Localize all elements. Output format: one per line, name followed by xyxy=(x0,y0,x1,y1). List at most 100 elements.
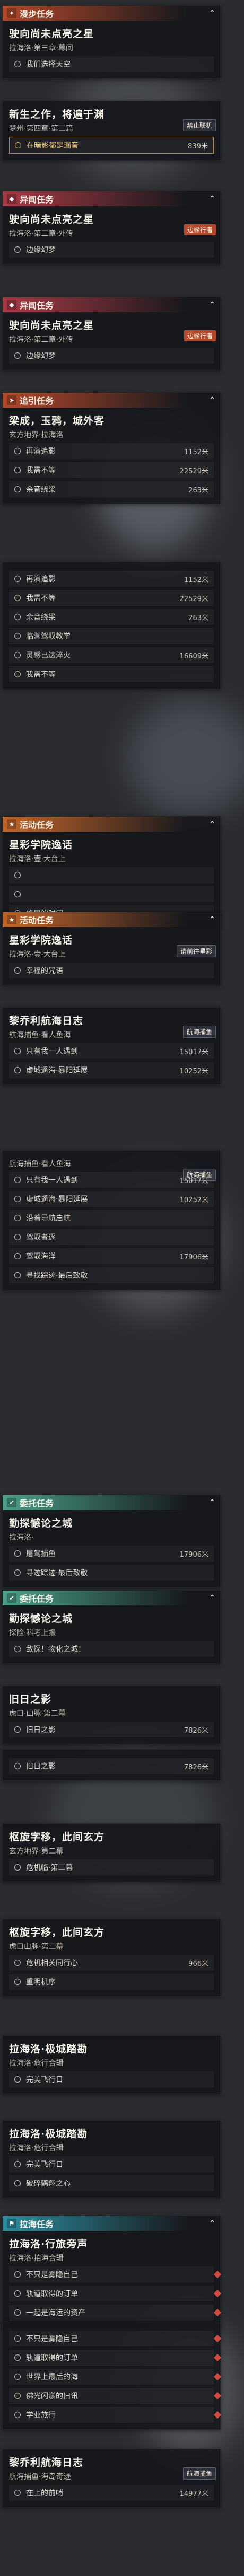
quest-title: 驶向尚未点亮之星 xyxy=(9,28,94,40)
collapse-chevron-icon[interactable]: ⌃ xyxy=(208,916,216,923)
quest-objective-row[interactable]: 只有我一人遇到 15017米 xyxy=(9,1043,214,1059)
collapse-chevron-icon[interactable]: ⌃ xyxy=(208,301,216,308)
quest-objective-row[interactable]: 在暗影都是漏音 839米 xyxy=(9,137,214,154)
quest-objective-row[interactable]: 世界上最后的海 xyxy=(9,2369,222,2385)
quest-card[interactable]: ➤ 追引任务 ⌃ 梁成，玉鸦，城外客 玄方地界·拉海洛 再演追影 1152米 我需不等 2252… xyxy=(2,392,221,504)
objective-text: 在暗影都是漏音 xyxy=(27,142,79,150)
quest-objective-row[interactable]: 灵感已达淬火 16609米 xyxy=(9,647,214,663)
quest-card[interactable]: 航海捕鱼 黎乔利航海日志 航海捕鱼·海岛奇迹 在上的前哨 14977米 xyxy=(2,2449,221,2508)
collapse-chevron-icon[interactable]: ⌃ xyxy=(208,2220,216,2227)
quest-card[interactable]: ✔ 委托任务 ⌃ 勤探憾论之城 探险·科考上报 敌探！物化之城！ xyxy=(2,1590,221,1664)
quest-objective-row[interactable]: 边缘幻梦 xyxy=(9,348,214,364)
quest-card[interactable]: 旧日之影 虎口·山脉·第二幕 旧日之影 7826米 xyxy=(2,1686,221,1744)
quest-objective-row[interactable]: 不只是雾隐自己 xyxy=(9,2266,222,2282)
quest-objective-row[interactable]: 再演追影 1152米 xyxy=(9,443,214,459)
quest-objective-row[interactable] xyxy=(9,886,214,902)
quest-objective-row[interactable]: 佛光闪漾的旧讯 xyxy=(9,2388,222,2404)
quest-objective-row[interactable]: 驾驭者逐 xyxy=(9,1229,214,1245)
collapse-chevron-icon[interactable]: ⌃ xyxy=(208,396,216,404)
quest-card[interactable]: 再演追影 1152米 我需不等 22529米 余音绕梁 263米 临渊驾驭教学 灵感已达淬火 1… xyxy=(2,562,221,689)
quest-objective-row[interactable]: 虚城遥海·暴阳延展 10252米 xyxy=(9,1062,214,1078)
quest-objective-row[interactable]: 临渊驾驭教学 xyxy=(9,628,214,644)
quest-title: 拉海洛·极城踏勘 xyxy=(9,2128,88,2140)
collapse-chevron-icon[interactable]: ⌃ xyxy=(208,1499,216,1506)
quest-objective-row[interactable]: 寻找踪迹·最后致敬 xyxy=(9,1267,214,1283)
collapse-chevron-icon[interactable]: ⌃ xyxy=(208,195,216,202)
quest-objective-row[interactable]: 寻迹踪迹·最后致敬 xyxy=(9,1565,214,1581)
quest-objective-row[interactable]: 破碎鹤翔之心 xyxy=(9,2175,214,2191)
quest-card[interactable]: ◆ 异闻任务 ⌃ 边缘行者 驶向尚未点亮之星 拉海洛·第三章·外传 边缘幻梦 xyxy=(2,297,221,370)
quest-objective-row[interactable]: 虚城遥海·暴阳延展 10252米 xyxy=(9,1191,214,1207)
objective-circle-icon xyxy=(14,671,21,677)
quest-objective-row[interactable]: 危机相关同行心 966米 xyxy=(9,1955,214,1971)
objective-text: 再演追影 xyxy=(26,575,56,584)
objective-circle-icon xyxy=(14,2374,21,2380)
objective-circle-icon xyxy=(14,1048,21,1054)
quest-objective-row[interactable]: 我们选择天空 xyxy=(9,56,214,72)
collapse-chevron-icon[interactable]: ⌃ xyxy=(208,10,216,17)
objective-distance: 10252米 xyxy=(179,1067,208,1075)
quest-card[interactable]: 航海捕鱼 黎乔利航海日志 航海捕鱼·看人鱼海 只有我一人遇到 15017米 虚城遥海·暴阳… xyxy=(2,1007,221,1085)
quest-objective-row[interactable]: 驾驭海洋 17906米 xyxy=(9,1248,214,1264)
quest-objective-row[interactable]: 完美飞行日 xyxy=(9,2071,214,2087)
quest-card[interactable]: 航海捕鱼 航海捕鱼·看人鱼海 只有我一人遇到 15017米 虚城遥海·暴阳延展 10252… xyxy=(2,1150,221,1290)
objective-text: 只有我一人遇到 xyxy=(26,1176,78,1185)
quest-objective-row[interactable]: 幸福的咒语 xyxy=(9,963,214,978)
quest-objective-row[interactable] xyxy=(9,867,214,883)
quest-card[interactable]: ✔ 委托任务 ⌃ 勤探憾论之城 拉海洛· 屠驾捕鱼 17906米 寻迹踪迹·最后致敬 xyxy=(2,1495,221,1587)
quest-card[interactable]: 枢旋字移，此间玄方 玄方地界·第二幕 危机临·第二幕 xyxy=(2,1823,221,1882)
quest-objective-row[interactable]: 危机临·第二幕 xyxy=(9,1859,214,1875)
collapse-chevron-icon[interactable]: ⌃ xyxy=(208,1594,216,1602)
quest-card[interactable]: 拉海洛·极城踏勘 拉海洛·危行合辑 完美飞行日 xyxy=(2,2035,221,2094)
quest-objective-row[interactable]: 轨道取得的订单 xyxy=(9,2286,222,2301)
quest-card[interactable]: ★ 活动任务 ⌃ 请前往星彩 星彩学院逸话 拉海洛·壹·大台上 幸福的咒语 xyxy=(2,912,221,985)
quest-card[interactable]: 拉海洛·极城踏勘拉海洛·危行合辑完美飞行日破碎鹤翔之心 xyxy=(2,2120,221,2198)
quest-objective-row[interactable]: 学业旅行 xyxy=(9,2407,222,2423)
objective-text: 在上的前哨 xyxy=(26,2489,63,2498)
quest-objective-row[interactable]: 沿着导航启航 xyxy=(9,1210,214,1226)
quest-objective-row[interactable]: 重明机序 xyxy=(9,1974,214,1990)
objective-circle-icon xyxy=(14,2490,21,2496)
quest-category-label: 活动任务 xyxy=(20,820,54,830)
objective-circle-icon xyxy=(14,2290,21,2297)
quest-objective-row[interactable]: 我需不等 xyxy=(9,666,214,682)
quest-subtitle: 玄方地界·第二幕 xyxy=(9,1847,64,1856)
quest-body: 勤探憾论之城 拉海洛· 屠驾捕鱼 17906米 寻迹踪迹·最后致敬 xyxy=(3,1510,220,1587)
quest-subtitle: 拉海洛·危行合辑 xyxy=(9,2144,64,2152)
quest-objective-row[interactable]: 旧日之影 7826米 xyxy=(9,1722,214,1737)
quest-card[interactable]: 禁止联机 新生之作，将遍于渊 梦州·第四章·第二篇 在暗影都是漏音 839米 xyxy=(2,101,221,161)
objective-text: 佛光闪漾的旧讯 xyxy=(26,2392,78,2401)
quest-objective-row[interactable]: 敌探！物化之城！ xyxy=(9,1641,214,1657)
quest-objective-row[interactable]: 我需不等 22529米 xyxy=(9,590,214,606)
quest-card[interactable]: ⚑ 拉海任务 ⌃ 拉海洛·行旅旁声 拉海洛·拍海合辑 不只是雾隐自己 轨道取得的订单 一起是海… xyxy=(2,2216,222,2327)
play-icon: ✦ xyxy=(7,8,16,18)
tracked-marker-icon xyxy=(213,2372,222,2381)
quest-body: 黎乔利航海日志 航海捕鱼·看人鱼海 只有我一人遇到 15017米 虚城遥海·暴阳延展 10… xyxy=(3,1008,220,1084)
quest-objective-row[interactable]: 完美飞行日 xyxy=(9,2156,214,2172)
quest-card[interactable]: 枢旋字移，此间玄方 虎口山脉·第二幕 危机相关同行心 966米 重明机序 xyxy=(2,1919,221,1997)
quest-card[interactable]: ◆ 异闻任务 ⌃ 边缘行者 驶向尚未点亮之星 拉海洛·第三章·外传 边缘幻梦 xyxy=(2,191,221,264)
quest-card[interactable]: ✦ 漫步任务 ⌃ 驶向尚未点亮之星 拉海洛·第三章·幕间 我们选择天空 xyxy=(2,5,221,79)
quest-body: 枢旋字移，此间玄方 玄方地界·第二幕 危机临·第二幕 xyxy=(3,1824,220,1882)
quest-card[interactable]: 旧日之影 7826米 xyxy=(2,1749,221,1781)
objective-text: 学业旅行 xyxy=(26,2411,56,2420)
quest-objective-row[interactable]: 再演追影 1152米 xyxy=(9,571,214,587)
quest-objective-row[interactable]: 只有我一人遇到 15017米 xyxy=(9,1172,214,1188)
quest-subtitle: 拉海洛·壹·大台上 xyxy=(9,855,66,863)
quest-objective-row[interactable]: 我需不等 22529米 xyxy=(9,462,214,478)
objective-circle-icon xyxy=(14,1196,21,1202)
quest-title: 驶向尚未点亮之星 xyxy=(9,214,94,225)
quest-objective-row[interactable]: 旧日之影 7826米 xyxy=(9,1758,214,1774)
quest-card[interactable]: 不只是雾隐自己轨道取得的订单世界上最后的海佛光闪漾的旧讯 学业旅行 xyxy=(2,2322,222,2430)
objective-text: 轨道取得的订单 xyxy=(26,2354,78,2362)
quest-objective-row[interactable]: 余音绕梁 263米 xyxy=(9,481,214,497)
quest-objective-row[interactable]: 屠驾捕鱼 17906米 xyxy=(9,1546,214,1562)
collapse-chevron-icon[interactable]: ⌃ xyxy=(208,821,216,828)
quest-objective-row[interactable]: 不只是雾隐自己 xyxy=(9,2331,222,2346)
quest-objective-row[interactable]: 在上的前哨 14977米 xyxy=(9,2485,214,2501)
quest-objective-row[interactable]: 轨道取得的订单 xyxy=(9,2350,222,2366)
quest-objective-row[interactable]: 一起是海运的资产 xyxy=(9,2305,222,2321)
quest-objective-row[interactable]: 边缘幻梦 xyxy=(9,242,214,258)
objective-circle-icon xyxy=(14,2393,21,2399)
quest-objective-row[interactable]: 余音绕梁 263米 xyxy=(9,609,214,625)
